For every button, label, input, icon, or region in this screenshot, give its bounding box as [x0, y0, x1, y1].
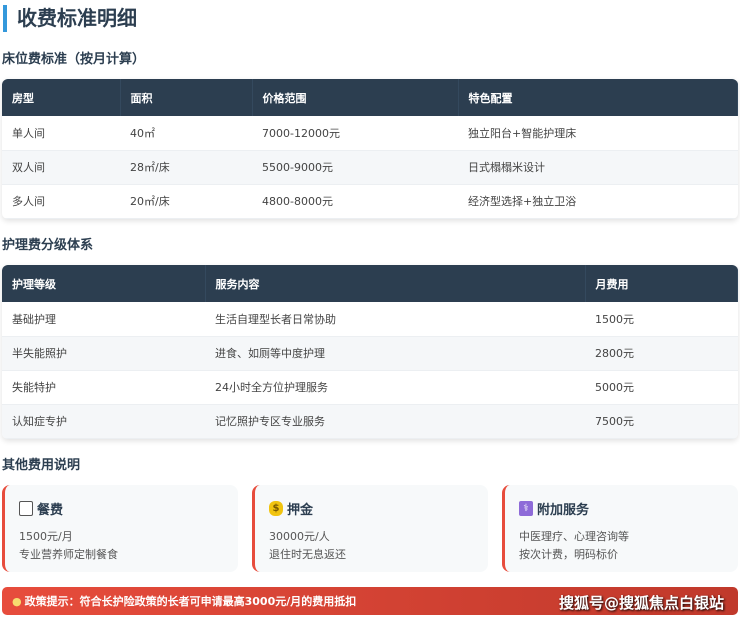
utensils-icon: [19, 501, 33, 516]
cell: 经济型选择+独立卫浴: [458, 184, 738, 219]
cell: 多人间: [2, 184, 120, 219]
cell: 20㎡/床: [120, 184, 252, 219]
medical-icon: ⚕: [519, 501, 533, 516]
cell: 生活自理型长者日常协助: [205, 302, 585, 337]
table-row: 失能特护 24小时全方位护理服务 5000元: [2, 370, 738, 405]
cell: 失能特护: [2, 370, 205, 405]
card-line: 30000元/人: [269, 530, 330, 543]
card-line: 1500元/月: [19, 530, 73, 543]
card-title: 押金: [287, 503, 314, 518]
column-header: 月费用: [585, 265, 738, 302]
card-line: 专业营养师定制餐食: [19, 548, 118, 561]
table-row: 认知症专护 记忆照护专区专业服务 7500元: [2, 404, 738, 439]
cell: 记忆照护专区专业服务: [205, 404, 585, 439]
table-row: 多人间 20㎡/床 4800-8000元 经济型选择+独立卫浴: [2, 184, 738, 219]
care-fee-table: 护理等级 服务内容 月费用 基础护理 生活自理型长者日常协助 1500元 半失能照护…: [2, 265, 738, 439]
page-title: 收费标准明细: [3, 5, 137, 32]
cell: 基础护理: [2, 302, 205, 337]
table-row: 半失能照护 进食、如厕等中度护理 2800元: [2, 336, 738, 371]
cell: 5500-9000元: [252, 150, 458, 185]
cell: 半失能照护: [2, 336, 205, 371]
cell: 5000元: [585, 370, 738, 405]
bed-fee-table: 房型 面积 价格范围 特色配置 单人间 40㎡ 7000-12000元 独立阳台+智能…: [2, 79, 738, 219]
bed-fee-heading: 床位费标准（按月计算）: [2, 52, 146, 67]
watermark: 搜狐号@搜狐焦点白银站: [558, 594, 724, 612]
column-header: 特色配置: [458, 79, 738, 116]
cell: 2800元: [585, 336, 738, 371]
extra-service-card: ⚕ 附加服务 中医理疗、心理咨询等 按次计费，明码标价: [502, 485, 738, 572]
card-line: 中医理疗、心理咨询等: [519, 530, 629, 543]
card-line: 退住时无息返还: [269, 548, 346, 561]
other-fee-heading: 其他费用说明: [2, 458, 81, 473]
card-title: 附加服务: [537, 503, 590, 518]
card-line: 按次计费，明码标价: [519, 548, 618, 561]
cell: 日式榻榻米设计: [458, 150, 738, 185]
cell: 7500元: [585, 404, 738, 439]
deposit-card: $ 押金 30000元/人 退住时无息返还: [252, 485, 488, 572]
cell: 40㎡: [120, 116, 252, 151]
meal-fee-card: 餐费 1500元/月 专业营养师定制餐食: [2, 485, 238, 572]
table-row: 单人间 40㎡ 7000-12000元 独立阳台+智能护理床: [2, 116, 738, 151]
card-title: 餐费: [37, 503, 64, 518]
column-header: 价格范围: [252, 79, 459, 116]
care-fee-heading: 护理费分级体系: [2, 238, 94, 253]
policy-text: 政策提示：符合长护险政策的长者可申请最高3000元/月的费用抵扣: [24, 595, 357, 608]
cell: 24小时全方位护理服务: [205, 370, 585, 405]
column-header: 房型: [2, 79, 121, 116]
column-header: 面积: [120, 79, 253, 116]
cell: 单人间: [2, 116, 120, 151]
cell: 独立阳台+智能护理床: [458, 116, 738, 151]
cell: 28㎡/床: [120, 150, 252, 185]
cell: 进食、如厕等中度护理: [205, 336, 585, 371]
table-row: 基础护理 生活自理型长者日常协助 1500元: [2, 302, 738, 337]
column-header: 护理等级: [2, 265, 206, 302]
lightbulb-icon: ●: [12, 594, 22, 608]
cell: 1500元: [585, 302, 738, 337]
cell: 双人间: [2, 150, 120, 185]
column-header: 服务内容: [205, 265, 586, 302]
table-row: 双人间 28㎡/床 5500-9000元 日式榻榻米设计: [2, 150, 738, 185]
cell: 7000-12000元: [252, 116, 458, 151]
cell: 认知症专护: [2, 404, 205, 439]
cell: 4800-8000元: [252, 184, 458, 219]
money-bag-icon: $: [269, 501, 283, 516]
